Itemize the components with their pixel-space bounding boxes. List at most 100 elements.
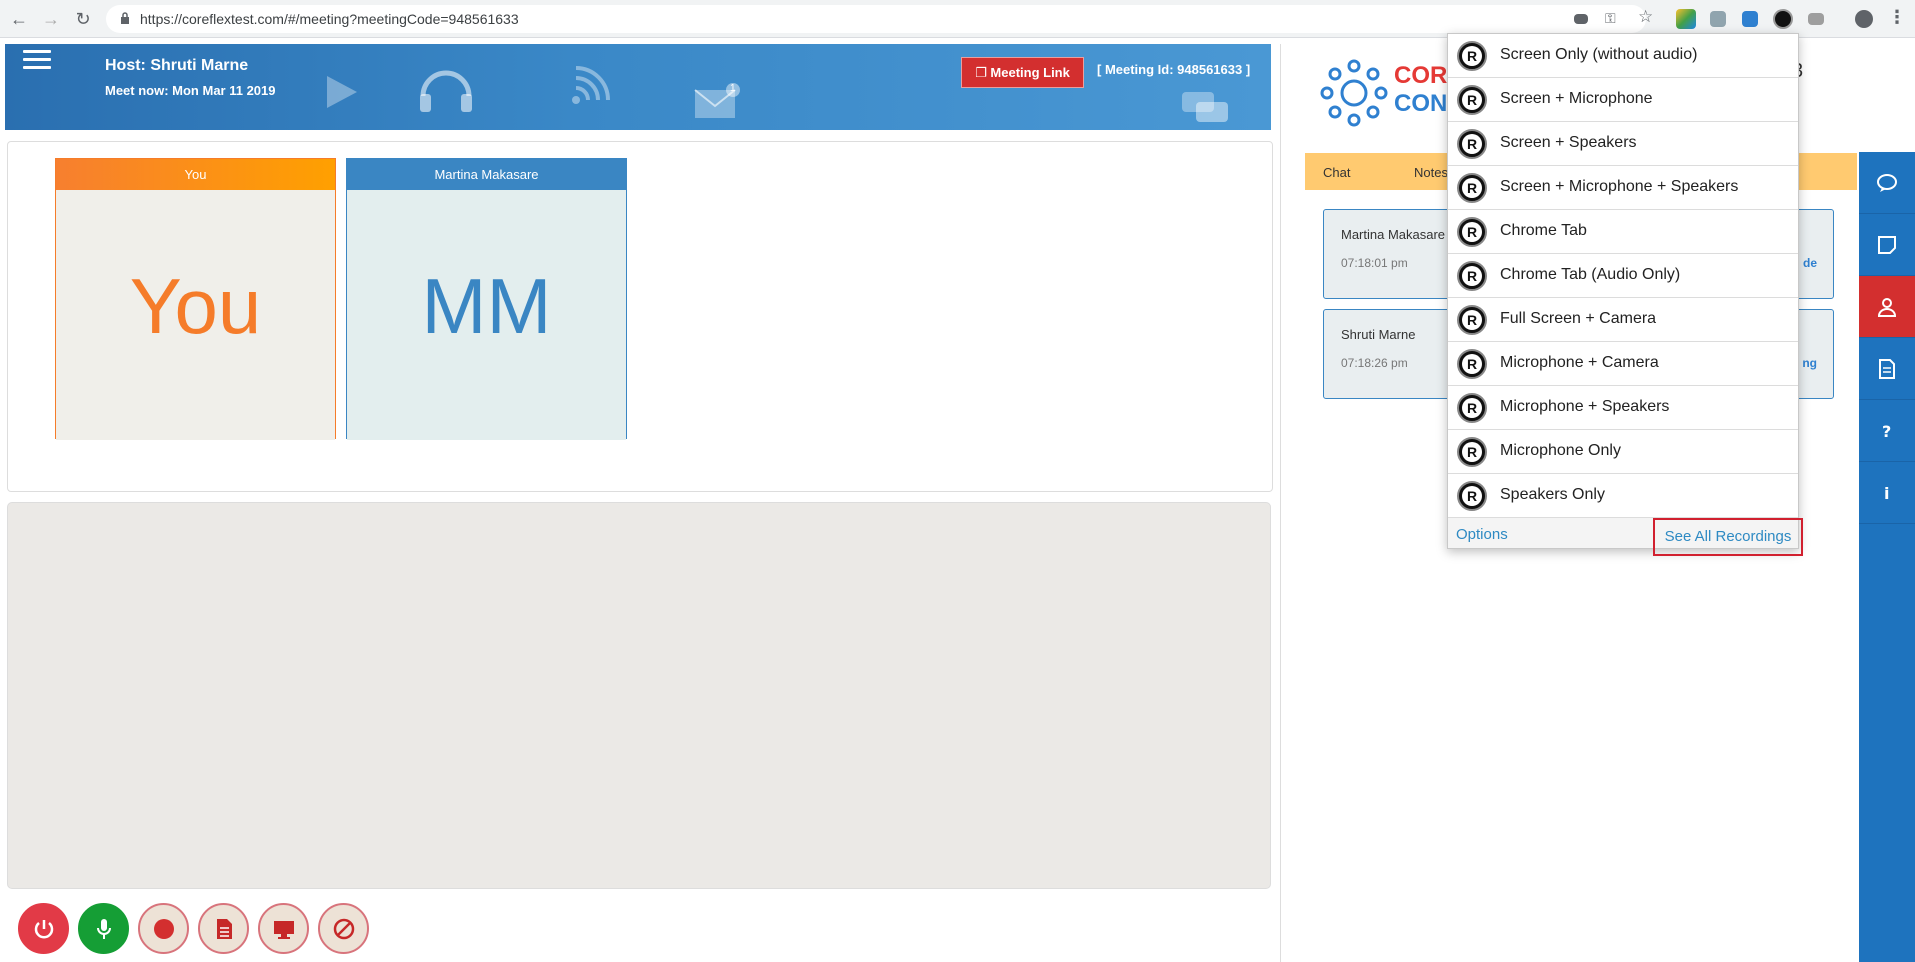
block-button[interactable] bbox=[318, 903, 369, 954]
badge-letter: R bbox=[1462, 486, 1482, 506]
logo-text: CON bbox=[1394, 90, 1448, 117]
play-icon bbox=[327, 76, 357, 108]
copy-icon: ❐ bbox=[975, 65, 987, 80]
tile-header: Martina Makasare bbox=[347, 159, 626, 190]
side-info-button[interactable]: i bbox=[1859, 462, 1915, 524]
recording-option-label: Screen + Speakers bbox=[1500, 134, 1637, 151]
microphone-icon bbox=[97, 919, 111, 939]
recording-option-label: Chrome Tab bbox=[1500, 222, 1587, 239]
reload-icon[interactable]: ↻ bbox=[72, 8, 94, 30]
key-icon[interactable]: ⚿ bbox=[1605, 10, 1625, 30]
record-button[interactable] bbox=[138, 903, 189, 954]
signal-icon bbox=[572, 66, 610, 104]
side-help-button[interactable]: ? bbox=[1859, 400, 1915, 462]
options-link[interactable]: Options bbox=[1456, 526, 1508, 543]
participant-tile-you[interactable]: You You bbox=[55, 158, 336, 440]
recording-options-dropdown: R Screen Only (without audio) R Screen + Mi… bbox=[1447, 33, 1803, 556]
recording-option-item[interactable]: R Screen + Microphone + Speakers bbox=[1448, 166, 1798, 210]
recording-option-item[interactable]: R Microphone Only bbox=[1448, 430, 1798, 474]
side-chat-button[interactable] bbox=[1859, 152, 1915, 214]
monitor-icon bbox=[274, 921, 294, 939]
recording-option-label: Screen + Microphone + Speakers bbox=[1500, 178, 1739, 195]
badge-letter: R bbox=[1462, 178, 1482, 198]
badge-letter: R bbox=[1462, 134, 1482, 154]
chat-icon bbox=[1877, 174, 1897, 192]
recorder-logo-icon: R bbox=[1457, 481, 1487, 511]
record-icon bbox=[154, 919, 174, 939]
extension-color-icon[interactable] bbox=[1676, 9, 1696, 29]
recording-option-item[interactable]: R Speakers Only bbox=[1448, 474, 1798, 518]
chat-bubbles-icon bbox=[1182, 92, 1228, 122]
extension-download-icon[interactable] bbox=[1742, 11, 1758, 27]
svg-text:?: ? bbox=[1882, 422, 1891, 441]
address-bar[interactable]: https://coreflextest.com/#/meeting?meeti… bbox=[106, 5, 1646, 33]
tab-notes[interactable]: Notes bbox=[1414, 165, 1448, 180]
side-document-button[interactable] bbox=[1859, 338, 1915, 400]
svg-text:i: i bbox=[1884, 484, 1889, 503]
recorder-logo-icon: R bbox=[1457, 217, 1487, 247]
recorder-logo-icon: R bbox=[1457, 393, 1487, 423]
leave-meeting-button[interactable] bbox=[18, 903, 69, 954]
recording-option-label: Microphone + Camera bbox=[1500, 354, 1659, 371]
recording-option-item[interactable]: R Full Screen + Camera bbox=[1448, 298, 1798, 342]
badge-letter: R bbox=[1462, 310, 1482, 330]
hamburger-menu-icon[interactable] bbox=[23, 50, 51, 72]
recording-option-item[interactable]: R Microphone + Speakers bbox=[1448, 386, 1798, 430]
message-action-link[interactable]: de bbox=[1803, 256, 1817, 270]
badge-letter: R bbox=[1462, 46, 1482, 66]
recording-option-label: Microphone Only bbox=[1500, 442, 1621, 459]
microphone-button[interactable] bbox=[78, 903, 129, 954]
extension-cast-icon[interactable] bbox=[1808, 13, 1824, 25]
meeting-link-button[interactable]: ❐ Meeting Link bbox=[961, 57, 1084, 88]
document-button[interactable] bbox=[198, 903, 249, 954]
forward-arrow-icon[interactable]: → bbox=[40, 8, 62, 30]
recording-option-item[interactable]: R Screen + Speakers bbox=[1448, 122, 1798, 166]
document-icon bbox=[217, 919, 232, 939]
profile-avatar-icon[interactable] bbox=[1855, 10, 1873, 28]
message-action-link[interactable]: ng bbox=[1802, 356, 1817, 370]
participant-tile-martina[interactable]: Martina Makasare MM bbox=[346, 158, 627, 440]
host-name: Host: Shruti Marne bbox=[105, 57, 249, 74]
recording-option-label: Full Screen + Camera bbox=[1500, 310, 1657, 327]
screen-share-button[interactable] bbox=[258, 903, 309, 954]
see-all-recordings-link[interactable]: See All Recordings bbox=[1653, 518, 1803, 556]
meeting-id: [ Meeting Id: 948561633 ] bbox=[1097, 62, 1251, 77]
badge-letter: R bbox=[1462, 222, 1482, 242]
kebab-menu-icon[interactable]: ⋮ bbox=[1888, 7, 1908, 27]
recording-option-item[interactable]: R Chrome Tab bbox=[1448, 210, 1798, 254]
mail-badge: 1 bbox=[730, 83, 736, 94]
file-icon bbox=[1879, 359, 1895, 379]
back-arrow-icon[interactable]: ← bbox=[8, 8, 30, 30]
side-participants-button[interactable] bbox=[1859, 276, 1915, 338]
recording-option-item[interactable]: R Screen + Microphone bbox=[1448, 78, 1798, 122]
recorder-logo-icon: R bbox=[1457, 41, 1487, 71]
camera-icon[interactable] bbox=[1574, 14, 1588, 24]
message-time: 07:18:01 pm bbox=[1341, 256, 1408, 270]
recording-option-label: Screen Only (without audio) bbox=[1500, 46, 1698, 63]
recorder-logo-icon: R bbox=[1457, 85, 1487, 115]
extension-pen-icon[interactable] bbox=[1710, 11, 1726, 27]
note-icon bbox=[1878, 236, 1896, 254]
recorder-extension-icon[interactable] bbox=[1773, 9, 1793, 29]
recording-option-item[interactable]: R Chrome Tab (Audio Only) bbox=[1448, 254, 1798, 298]
message-time: 07:18:26 pm bbox=[1341, 356, 1408, 370]
badge-letter: R bbox=[1462, 90, 1482, 110]
shared-content-area bbox=[7, 502, 1271, 889]
coreflex-logo-icon bbox=[1320, 59, 1388, 127]
badge-letter: R bbox=[1462, 266, 1482, 286]
recorder-logo-icon: R bbox=[1457, 349, 1487, 379]
side-icon-bar: ? i bbox=[1859, 152, 1915, 962]
tile-initials: You bbox=[56, 190, 335, 440]
recorder-logo-icon: R bbox=[1457, 437, 1487, 467]
recording-option-item[interactable]: R Screen Only (without audio) bbox=[1448, 34, 1798, 78]
recording-option-item[interactable]: R Microphone + Camera bbox=[1448, 342, 1798, 386]
tab-chat[interactable]: Chat bbox=[1323, 165, 1350, 180]
star-icon[interactable]: ☆ bbox=[1638, 7, 1658, 27]
question-icon: ? bbox=[1882, 422, 1891, 441]
side-notes-button[interactable] bbox=[1859, 214, 1915, 276]
recording-option-label: Chrome Tab (Audio Only) bbox=[1500, 266, 1681, 283]
recording-option-label: Screen + Microphone bbox=[1500, 90, 1653, 107]
message-sender: Shruti Marne bbox=[1341, 327, 1416, 342]
lock-icon bbox=[121, 12, 129, 24]
meeting-header: Host: Shruti Marne Meet now: Mon Mar 11 … bbox=[5, 44, 1271, 130]
